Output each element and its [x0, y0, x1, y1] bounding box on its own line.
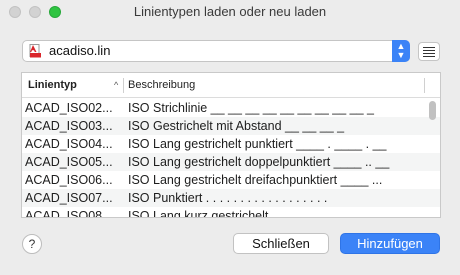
linetype-file-select[interactable]: acadiso.lin ▲ ▼: [22, 40, 410, 62]
column-header-linetype[interactable]: Linientyp: [28, 73, 77, 98]
file-select-value: acadiso.lin: [49, 43, 111, 58]
linetype-name: ACAD_ISO04...: [25, 137, 113, 151]
linetype-name: ACAD_ISO02...: [25, 101, 113, 115]
linetype-name: ACAD_ISO08...: [25, 209, 113, 218]
close-window-button[interactable]: [9, 6, 21, 18]
window-title: Linientypen laden oder neu laden: [133, 4, 327, 19]
sort-ascending-icon: ^: [114, 80, 119, 90]
add-button[interactable]: Hinzufügen: [340, 233, 440, 254]
minimize-window-button[interactable]: [29, 6, 41, 18]
table-row[interactable]: ACAD_ISO02... ISO Strichlinie __ __ __ _…: [22, 99, 440, 117]
linetype-description: ISO Gestrichelt mit Abstand __ __ __ _: [128, 119, 345, 133]
table-row[interactable]: ACAD_ISO04... ISO Lang gestrichelt punkt…: [22, 135, 440, 153]
table-scrollbar[interactable]: [429, 101, 436, 120]
title-bar: Linientypen laden oder neu laden: [0, 0, 460, 24]
updown-chevron-icon[interactable]: ▲ ▼: [392, 40, 410, 62]
help-button[interactable]: ?: [22, 234, 42, 254]
linetype-description: ISO Lang gestrichelt punktiert ____ . __…: [128, 137, 387, 151]
linetype-description: ISO Punktiert . . . . . . . . . . . . . …: [128, 191, 328, 205]
table-header: Linientyp ^ Beschreibung: [22, 73, 440, 98]
column-divider[interactable]: [123, 78, 124, 93]
table-row[interactable]: ACAD_ISO08... ISO Lang kurz gestrichelt: [22, 207, 440, 218]
close-button[interactable]: Schließen: [233, 233, 329, 254]
linetype-name: ACAD_ISO05...: [25, 155, 113, 169]
zoom-window-button[interactable]: [49, 6, 61, 18]
table-row[interactable]: ACAD_ISO05... ISO Lang gestrichelt doppe…: [22, 153, 440, 171]
linetype-name: ACAD_ISO07...: [25, 191, 113, 205]
linetype-description: ISO Lang gestrichelt dreifachpunktiert _…: [128, 173, 383, 187]
table-body: ACAD_ISO02... ISO Strichlinie __ __ __ _…: [22, 99, 440, 218]
list-icon: [423, 47, 435, 48]
linetype-name: ACAD_ISO03...: [25, 119, 113, 133]
linetype-name: ACAD_ISO06...: [25, 173, 113, 187]
linetype-description: ISO Lang gestrichelt doppelpunktiert ___…: [128, 155, 390, 169]
linetype-description: ISO Lang kurz gestrichelt: [128, 209, 269, 218]
table-row[interactable]: ACAD_ISO06... ISO Lang gestrichelt dreif…: [22, 171, 440, 189]
column-divider[interactable]: [424, 78, 425, 93]
table-row[interactable]: ACAD_ISO03... ISO Gestrichelt mit Abstan…: [22, 117, 440, 135]
linetype-table: Linientyp ^ Beschreibung ACAD_ISO02... I…: [21, 72, 441, 218]
column-header-description[interactable]: Beschreibung: [128, 73, 195, 98]
linetype-description: ISO Strichlinie __ __ __ __ __ __ __ __ …: [128, 101, 375, 115]
list-view-button[interactable]: [418, 42, 440, 61]
autocad-file-icon: [29, 44, 41, 58]
table-row[interactable]: ACAD_ISO07... ISO Punktiert . . . . . . …: [22, 189, 440, 207]
